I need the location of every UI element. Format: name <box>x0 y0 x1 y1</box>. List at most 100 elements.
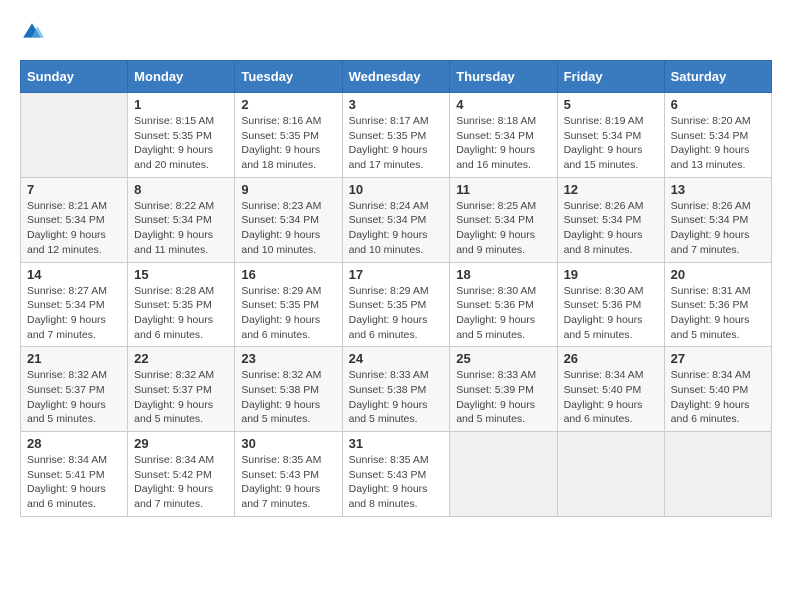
day-info: Sunrise: 8:34 AMSunset: 5:41 PMDaylight:… <box>27 453 121 512</box>
calendar-cell: 26 Sunrise: 8:34 AMSunset: 5:40 PMDayligh… <box>557 347 664 432</box>
day-number: 11 <box>456 182 550 197</box>
calendar-cell <box>557 432 664 517</box>
day-number: 5 <box>564 97 658 112</box>
day-info: Sunrise: 8:35 AMSunset: 5:43 PMDaylight:… <box>241 453 335 512</box>
day-info: Sunrise: 8:31 AMSunset: 5:36 PMDaylight:… <box>671 284 765 343</box>
calendar-cell: 18Sunrise: 8:30 AMSunset: 5:36 PMDayligh… <box>450 262 557 347</box>
day-number: 3 <box>349 97 444 112</box>
day-number: 24 <box>349 351 444 366</box>
calendar-cell <box>664 432 771 517</box>
header-monday: Monday <box>128 61 235 93</box>
calendar-cell: 1 Sunrise: 8:15 AMSunset: 5:35 PMDaylight… <box>128 93 235 178</box>
header-thursday: Thursday <box>450 61 557 93</box>
calendar-cell: 9 Sunrise: 8:23 AMSunset: 5:34 PMDaylight… <box>235 177 342 262</box>
day-number: 2 <box>241 97 335 112</box>
day-info: Sunrise: 8:21 AMSunset: 5:34 PMDaylight:… <box>27 199 121 258</box>
day-number: 19 <box>564 267 658 282</box>
calendar-cell: 31Sunrise: 8:35 AMSunset: 5:43 PMDayligh… <box>342 432 450 517</box>
day-info: Sunrise: 8:30 AMSunset: 5:36 PMDaylight:… <box>456 284 550 343</box>
day-info: Sunrise: 8:24 AMSunset: 5:34 PMDaylight:… <box>349 199 444 258</box>
calendar-cell: 30 Sunrise: 8:35 AMSunset: 5:43 PMDayligh… <box>235 432 342 517</box>
day-number: 12 <box>564 182 658 197</box>
calendar-cell: 24 Sunrise: 8:33 AMSunset: 5:38 PMDayligh… <box>342 347 450 432</box>
day-number: 1 <box>134 97 228 112</box>
header-friday: Friday <box>557 61 664 93</box>
logo-icon <box>20 20 44 44</box>
day-number: 4 <box>456 97 550 112</box>
day-number: 21 <box>27 351 121 366</box>
day-info: Sunrise: 8:19 AMSunset: 5:34 PMDaylight:… <box>564 114 658 173</box>
day-info: Sunrise: 8:32 AMSunset: 5:37 PMDaylight:… <box>27 368 121 427</box>
day-number: 15 <box>134 267 228 282</box>
logo <box>20 20 48 44</box>
header-sunday: Sunday <box>21 61 128 93</box>
week-row-0: 1 Sunrise: 8:15 AMSunset: 5:35 PMDaylight… <box>21 93 772 178</box>
day-info: Sunrise: 8:23 AMSunset: 5:34 PMDaylight:… <box>241 199 335 258</box>
day-number: 17 <box>349 267 444 282</box>
calendar-cell: 11Sunrise: 8:25 AMSunset: 5:34 PMDayligh… <box>450 177 557 262</box>
day-number: 7 <box>27 182 121 197</box>
calendar-cell: 15 Sunrise: 8:28 AMSunset: 5:35 PMDayligh… <box>128 262 235 347</box>
week-row-3: 21 Sunrise: 8:32 AMSunset: 5:37 PMDayligh… <box>21 347 772 432</box>
calendar-cell: 2 Sunrise: 8:16 AMSunset: 5:35 PMDaylight… <box>235 93 342 178</box>
calendar-cell: 7 Sunrise: 8:21 AMSunset: 5:34 PMDaylight… <box>21 177 128 262</box>
day-info: Sunrise: 8:34 AMSunset: 5:40 PMDaylight:… <box>564 368 658 427</box>
day-info: Sunrise: 8:26 AMSunset: 5:34 PMDaylight:… <box>564 199 658 258</box>
day-number: 20 <box>671 267 765 282</box>
calendar-cell: 19 Sunrise: 8:30 AMSunset: 5:36 PMDayligh… <box>557 262 664 347</box>
day-info: Sunrise: 8:34 AMSunset: 5:42 PMDaylight:… <box>134 453 228 512</box>
day-info: Sunrise: 8:33 AMSunset: 5:38 PMDaylight:… <box>349 368 444 427</box>
calendar-cell: 14 Sunrise: 8:27 AMSunset: 5:34 PMDayligh… <box>21 262 128 347</box>
day-number: 23 <box>241 351 335 366</box>
calendar-cell: 21 Sunrise: 8:32 AMSunset: 5:37 PMDayligh… <box>21 347 128 432</box>
day-info: Sunrise: 8:29 AMSunset: 5:35 PMDaylight:… <box>349 284 444 343</box>
day-number: 31 <box>349 436 444 451</box>
calendar-header-row: SundayMondayTuesdayWednesdayThursdayFrid… <box>21 61 772 93</box>
day-info: Sunrise: 8:27 AMSunset: 5:34 PMDaylight:… <box>27 284 121 343</box>
calendar-cell: 29Sunrise: 8:34 AMSunset: 5:42 PMDayligh… <box>128 432 235 517</box>
calendar-cell: 3 Sunrise: 8:17 AMSunset: 5:35 PMDaylight… <box>342 93 450 178</box>
day-number: 28 <box>27 436 121 451</box>
day-number: 6 <box>671 97 765 112</box>
calendar-cell <box>450 432 557 517</box>
day-number: 9 <box>241 182 335 197</box>
day-info: Sunrise: 8:15 AMSunset: 5:35 PMDaylight:… <box>134 114 228 173</box>
week-row-2: 14 Sunrise: 8:27 AMSunset: 5:34 PMDayligh… <box>21 262 772 347</box>
day-info: Sunrise: 8:20 AMSunset: 5:34 PMDaylight:… <box>671 114 765 173</box>
calendar-cell: 23 Sunrise: 8:32 AMSunset: 5:38 PMDayligh… <box>235 347 342 432</box>
day-number: 8 <box>134 182 228 197</box>
week-row-1: 7 Sunrise: 8:21 AMSunset: 5:34 PMDaylight… <box>21 177 772 262</box>
day-number: 16 <box>241 267 335 282</box>
day-info: Sunrise: 8:30 AMSunset: 5:36 PMDaylight:… <box>564 284 658 343</box>
day-number: 14 <box>27 267 121 282</box>
day-info: Sunrise: 8:33 AMSunset: 5:39 PMDaylight:… <box>456 368 550 427</box>
calendar-cell: 4 Sunrise: 8:18 AMSunset: 5:34 PMDaylight… <box>450 93 557 178</box>
day-info: Sunrise: 8:17 AMSunset: 5:35 PMDaylight:… <box>349 114 444 173</box>
day-info: Sunrise: 8:28 AMSunset: 5:35 PMDaylight:… <box>134 284 228 343</box>
day-info: Sunrise: 8:18 AMSunset: 5:34 PMDaylight:… <box>456 114 550 173</box>
day-info: Sunrise: 8:16 AMSunset: 5:35 PMDaylight:… <box>241 114 335 173</box>
header-tuesday: Tuesday <box>235 61 342 93</box>
day-info: Sunrise: 8:29 AMSunset: 5:35 PMDaylight:… <box>241 284 335 343</box>
day-info: Sunrise: 8:32 AMSunset: 5:38 PMDaylight:… <box>241 368 335 427</box>
day-info: Sunrise: 8:22 AMSunset: 5:34 PMDaylight:… <box>134 199 228 258</box>
day-number: 13 <box>671 182 765 197</box>
day-info: Sunrise: 8:34 AMSunset: 5:40 PMDaylight:… <box>671 368 765 427</box>
calendar-cell: 28 Sunrise: 8:34 AMSunset: 5:41 PMDayligh… <box>21 432 128 517</box>
day-number: 25 <box>456 351 550 366</box>
calendar-cell: 6 Sunrise: 8:20 AMSunset: 5:34 PMDaylight… <box>664 93 771 178</box>
calendar-cell: 22Sunrise: 8:32 AMSunset: 5:37 PMDayligh… <box>128 347 235 432</box>
day-info: Sunrise: 8:26 AMSunset: 5:34 PMDaylight:… <box>671 199 765 258</box>
day-number: 10 <box>349 182 444 197</box>
calendar-cell <box>21 93 128 178</box>
calendar-table: SundayMondayTuesdayWednesdayThursdayFrid… <box>20 60 772 517</box>
week-row-4: 28 Sunrise: 8:34 AMSunset: 5:41 PMDayligh… <box>21 432 772 517</box>
header-wednesday: Wednesday <box>342 61 450 93</box>
header-saturday: Saturday <box>664 61 771 93</box>
day-number: 30 <box>241 436 335 451</box>
day-number: 26 <box>564 351 658 366</box>
calendar-cell: 17 Sunrise: 8:29 AMSunset: 5:35 PMDayligh… <box>342 262 450 347</box>
calendar-cell: 27Sunrise: 8:34 AMSunset: 5:40 PMDayligh… <box>664 347 771 432</box>
page-header <box>20 20 772 44</box>
calendar-cell: 5 Sunrise: 8:19 AMSunset: 5:34 PMDaylight… <box>557 93 664 178</box>
